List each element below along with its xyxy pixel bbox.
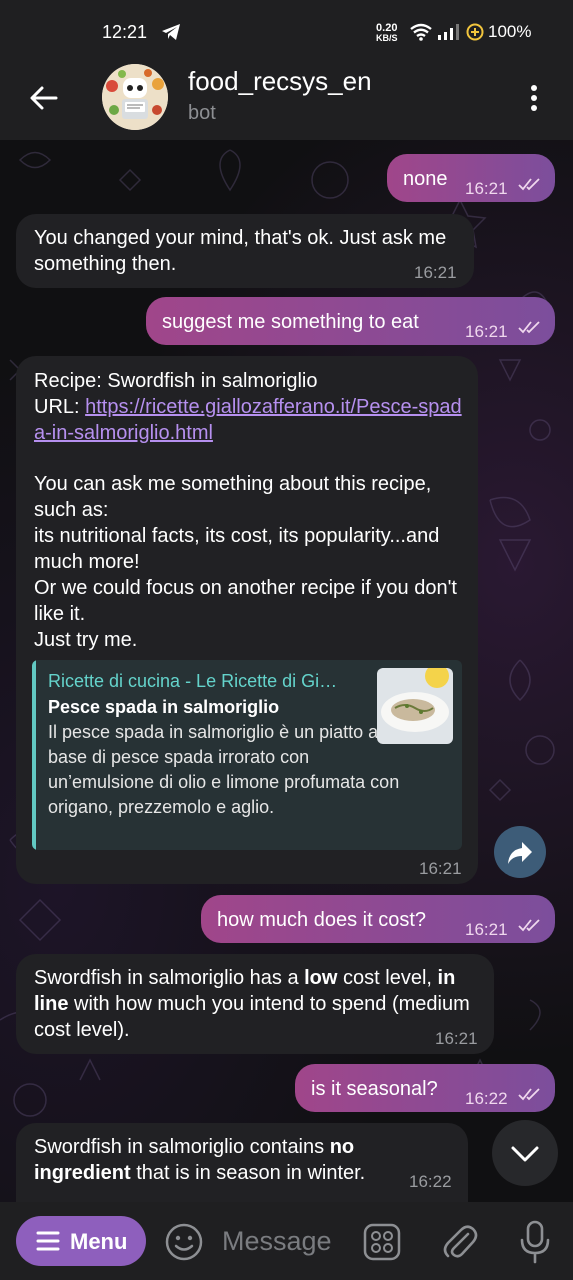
telegram-icon	[162, 24, 180, 40]
more-vertical-icon[interactable]	[522, 80, 546, 116]
message-text: Swordfish in salmoriglio contains no ing…	[34, 1134, 414, 1186]
outgoing-message[interactable]: suggest me something to eat 16:21	[146, 297, 555, 345]
outgoing-message[interactable]: is it seasonal? 16:22	[295, 1064, 555, 1112]
bot-menu-button[interactable]: Menu	[16, 1216, 146, 1266]
chat-header: food_recsys_en bot	[0, 60, 573, 140]
outgoing-message[interactable]: none 16:21	[387, 154, 555, 202]
text-segment: that is in season in winter.	[130, 1162, 366, 1184]
message-text: how much does it cost?	[217, 909, 426, 931]
message-time: 16:21	[435, 1029, 478, 1048]
avatar[interactable]	[102, 64, 168, 130]
message-text: suggest me something to eat	[162, 311, 419, 333]
message-time: 16:22	[465, 1089, 508, 1108]
preview-description: Il pesce spada in salmoriglio è un piatt…	[48, 722, 400, 817]
recipe-link[interactable]: https://ricette.giallozafferano.it/Pesce…	[34, 396, 462, 444]
incoming-message[interactable]: Swordfish in salmoriglio contains no ing…	[16, 1123, 468, 1202]
status-bar: 12:21 0.20 KB/S 100%	[0, 0, 573, 60]
chat-subtitle: bot	[188, 102, 216, 124]
incoming-message[interactable]: Swordfish in salmoriglio has a low cost …	[16, 954, 494, 1054]
signal-icon	[438, 24, 459, 40]
double-check-icon	[518, 919, 540, 932]
paperclip-icon[interactable]	[440, 1222, 478, 1262]
text-segment: with how much you intend to spend (mediu…	[34, 993, 470, 1041]
double-check-icon	[518, 1088, 540, 1101]
battery-percent: 100%	[488, 22, 532, 41]
share-button[interactable]	[494, 826, 546, 878]
command-grid-icon[interactable]	[362, 1222, 402, 1262]
message-input[interactable]: Message	[222, 1226, 332, 1257]
text-segment: cost level,	[337, 967, 438, 989]
message-text: You changed your mind, that's ok. Just a…	[34, 227, 447, 275]
hamburger-icon	[36, 1231, 60, 1251]
recipe-url-block: URL: https://ricette.giallozafferano.it/…	[34, 394, 466, 446]
message-text: You can ask me something about this reci…	[34, 473, 457, 651]
message-text: is it seasonal?	[311, 1078, 438, 1100]
link-preview-card[interactable]: Ricette di cucina - Le Ricette di Giallo…	[32, 660, 462, 850]
message-time: 16:21	[419, 859, 462, 878]
scroll-down-button[interactable]	[492, 1120, 558, 1186]
menu-label: Menu	[70, 1229, 128, 1254]
message-text: none	[403, 168, 448, 190]
outgoing-message[interactable]: how much does it cost? 16:21	[201, 895, 555, 943]
message-time: 16:21	[465, 179, 508, 198]
url-label: URL:	[34, 396, 86, 418]
battery-saver-icon	[466, 23, 484, 41]
incoming-message[interactable]: You changed your mind, that's ok. Just a…	[16, 214, 474, 288]
chat-title[interactable]: food_recsys_en	[188, 66, 372, 97]
incoming-message-recipe[interactable]: Recipe: Swordfish in salmoriglio URL: ht…	[16, 356, 478, 884]
message-time: 16:22	[409, 1172, 452, 1191]
preview-site-name: Ricette di cucina - Le Ricette di Giallo…	[48, 671, 340, 691]
text-segment: Swordfish in salmoriglio has a	[34, 967, 305, 989]
share-icon	[508, 842, 532, 864]
preview-accent-bar	[32, 660, 36, 850]
message-text: Swordfish in salmoriglio has a low cost …	[34, 965, 484, 1043]
status-time: 12:21	[102, 22, 148, 42]
preview-thumbnail[interactable]	[377, 668, 453, 744]
message-time: 16:21	[465, 322, 508, 341]
recipe-line: Recipe: Swordfish in salmoriglio	[34, 370, 318, 392]
robot-chef-avatar-icon	[102, 64, 168, 130]
chat-area[interactable]: none 16:21 You changed your mind, that's…	[0, 140, 573, 1202]
message-time: 16:21	[465, 920, 508, 939]
text-segment: Swordfish in salmoriglio contains	[34, 1136, 330, 1158]
chevron-down-icon	[511, 1146, 539, 1162]
network-speed: 0.20 KB/S	[376, 22, 398, 43]
emoji-icon[interactable]	[164, 1222, 204, 1262]
preview-title: Pesce spada in salmoriglio	[48, 697, 280, 717]
wifi-icon	[410, 23, 432, 41]
microphone-icon[interactable]	[517, 1220, 553, 1264]
text-segment-bold: low	[304, 967, 338, 989]
message-time: 16:21	[414, 263, 457, 282]
double-check-icon	[518, 321, 540, 334]
message-composer: Menu Message	[0, 1202, 573, 1280]
double-check-icon	[518, 178, 540, 191]
back-arrow-icon[interactable]	[26, 80, 62, 116]
